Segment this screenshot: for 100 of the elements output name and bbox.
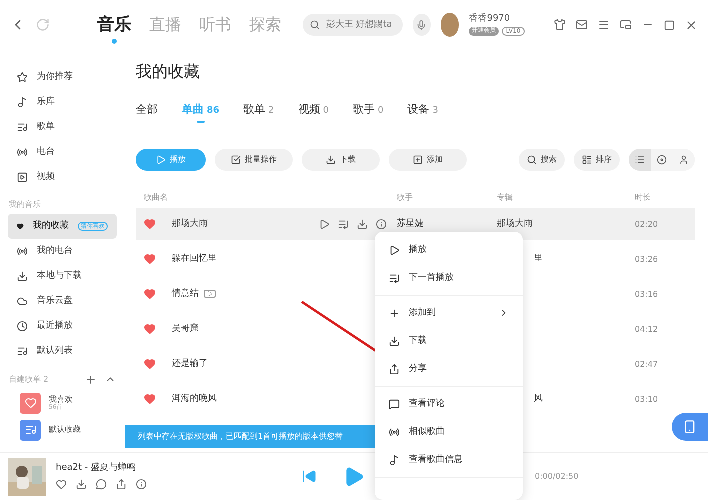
search-field[interactable]: 彭大王 好想踢ta — [303, 14, 404, 36]
menu-item[interactable]: 查看歌曲信息 — [375, 446, 523, 474]
duration: 02:20 — [635, 220, 660, 230]
column-header: 歌手 — [397, 192, 414, 202]
album-name: 里 — [534, 254, 543, 265]
avatar[interactable] — [440, 13, 460, 37]
duration: 03:10 — [635, 394, 660, 404]
radio-icon — [17, 246, 28, 257]
share-icon[interactable] — [116, 479, 127, 490]
user-name[interactable]: 香香9970 — [469, 14, 525, 25]
cloud-icon — [17, 296, 28, 307]
singer-name: 苏星婕 — [397, 218, 424, 230]
section-title: 自建歌单 2 — [9, 374, 49, 384]
playlist-glyph-icon — [24, 424, 36, 436]
sort-icon — [582, 154, 592, 165]
play-icon — [389, 244, 400, 256]
column-header: 歌曲名 — [144, 192, 169, 202]
sidebar-item[interactable]: 最近播放 — [8, 314, 117, 339]
mic-icon — [416, 20, 428, 30]
list-icon — [635, 154, 645, 165]
duration: 04:12 — [635, 324, 660, 334]
menu-icon[interactable] — [598, 19, 610, 31]
music-note-icon — [17, 97, 28, 108]
section-title: 我的音乐 — [8, 199, 42, 211]
radio-icon — [17, 147, 28, 158]
album-name: 那场大雨 — [497, 218, 533, 230]
playback-time: 0:00/02:50 — [535, 472, 579, 482]
song-title: 洱海的晚风 — [172, 394, 217, 405]
sort-button[interactable]: 排序 — [574, 148, 620, 171]
mic-button[interactable] — [413, 14, 431, 36]
playlist-item[interactable]: 默认收藏 — [8, 416, 117, 444]
comment-icon — [389, 398, 400, 410]
mail-icon[interactable] — [576, 19, 588, 31]
info-icon[interactable] — [376, 218, 387, 230]
play-next-icon — [389, 272, 400, 284]
album-name: 风 — [534, 394, 543, 405]
play-next-icon[interactable] — [338, 218, 349, 230]
tab[interactable]: 设备 3 — [408, 99, 438, 123]
sidebar-item[interactable]: 为你推荐 — [8, 65, 117, 90]
song-title: 吴哥窟 — [172, 324, 199, 335]
phone-button[interactable] — [672, 413, 708, 441]
action-button[interactable]: 添加 — [389, 148, 467, 171]
nav-tab[interactable]: 音乐 — [93, 4, 136, 46]
add-icon — [413, 154, 423, 165]
sidebar-item[interactable]: 视频 — [8, 165, 117, 190]
share-icon — [389, 364, 400, 374]
playlist-name: 默认收藏 — [49, 425, 81, 435]
menu-item[interactable]: 添加到 — [375, 299, 523, 327]
heart-icon[interactable] — [56, 479, 67, 490]
info-icon[interactable] — [136, 479, 147, 490]
duration: 03:26 — [635, 254, 660, 264]
search-button[interactable]: 搜索 — [519, 148, 565, 171]
mini-mode-icon[interactable] — [620, 19, 632, 31]
playlist-icon — [17, 122, 28, 133]
sidebar-item[interactable]: 我的电台 — [8, 238, 117, 264]
clock-icon — [17, 320, 28, 332]
mv-icon[interactable] — [204, 290, 216, 298]
column-header: 时长 — [635, 192, 652, 202]
sidebar-item[interactable]: 本地与下载 — [8, 264, 117, 289]
search-input[interactable]: 彭大王 好想踢ta — [324, 19, 396, 31]
tab[interactable]: 歌单 2 — [244, 99, 274, 123]
plus-icon — [85, 374, 97, 386]
add-icon[interactable] — [85, 374, 97, 386]
song-title: 还是输了 — [172, 358, 208, 370]
song-title: 情意结 — [172, 288, 199, 300]
checkbox-icon — [231, 154, 241, 165]
download-icon[interactable] — [76, 479, 87, 490]
tab[interactable]: 歌手 0 — [353, 99, 384, 123]
comment-icon[interactable] — [96, 479, 107, 490]
list-view-button[interactable] — [629, 148, 651, 171]
sidebar-item[interactable]: 电台 — [8, 140, 117, 165]
sidebar-item[interactable]: 音乐云盘 — [8, 288, 117, 314]
shirt-icon[interactable] — [554, 19, 566, 31]
song-title: 躲在回忆里 — [172, 254, 217, 265]
sidebar-item[interactable]: 乐库 — [8, 90, 117, 115]
menu-item[interactable]: 查看评论 — [375, 390, 523, 418]
star-icon — [17, 72, 28, 83]
phone-icon — [683, 420, 697, 434]
menu-item[interactable]: 分享 — [375, 355, 523, 383]
person-icon — [679, 154, 689, 165]
play-icon — [156, 154, 166, 165]
tab[interactable]: 视频 0 — [298, 99, 329, 123]
heart-glyph-icon — [24, 397, 36, 410]
duration: 02:47 — [635, 360, 660, 370]
tab[interactable]: 全部 — [136, 99, 158, 122]
download-icon — [389, 336, 400, 346]
sidebar-item[interactable]: 默认列表 — [8, 338, 117, 364]
menu-item[interactable]: 播放 — [375, 236, 523, 264]
action-button[interactable]: 下载 — [302, 148, 380, 171]
radio-icon — [389, 426, 400, 438]
sidebar-item[interactable]: 歌单 — [8, 115, 117, 140]
maximize-icon[interactable] — [664, 20, 675, 30]
close-icon[interactable] — [685, 18, 698, 32]
search-icon — [310, 20, 320, 30]
play-icon[interactable] — [319, 218, 330, 230]
download-icon[interactable] — [357, 218, 368, 230]
menu-item[interactable]: 下载 — [375, 327, 523, 355]
action-button[interactable]: 批量操作 — [215, 148, 293, 171]
video-icon — [17, 172, 28, 183]
menu-item[interactable]: 下一首播放 — [375, 264, 523, 292]
